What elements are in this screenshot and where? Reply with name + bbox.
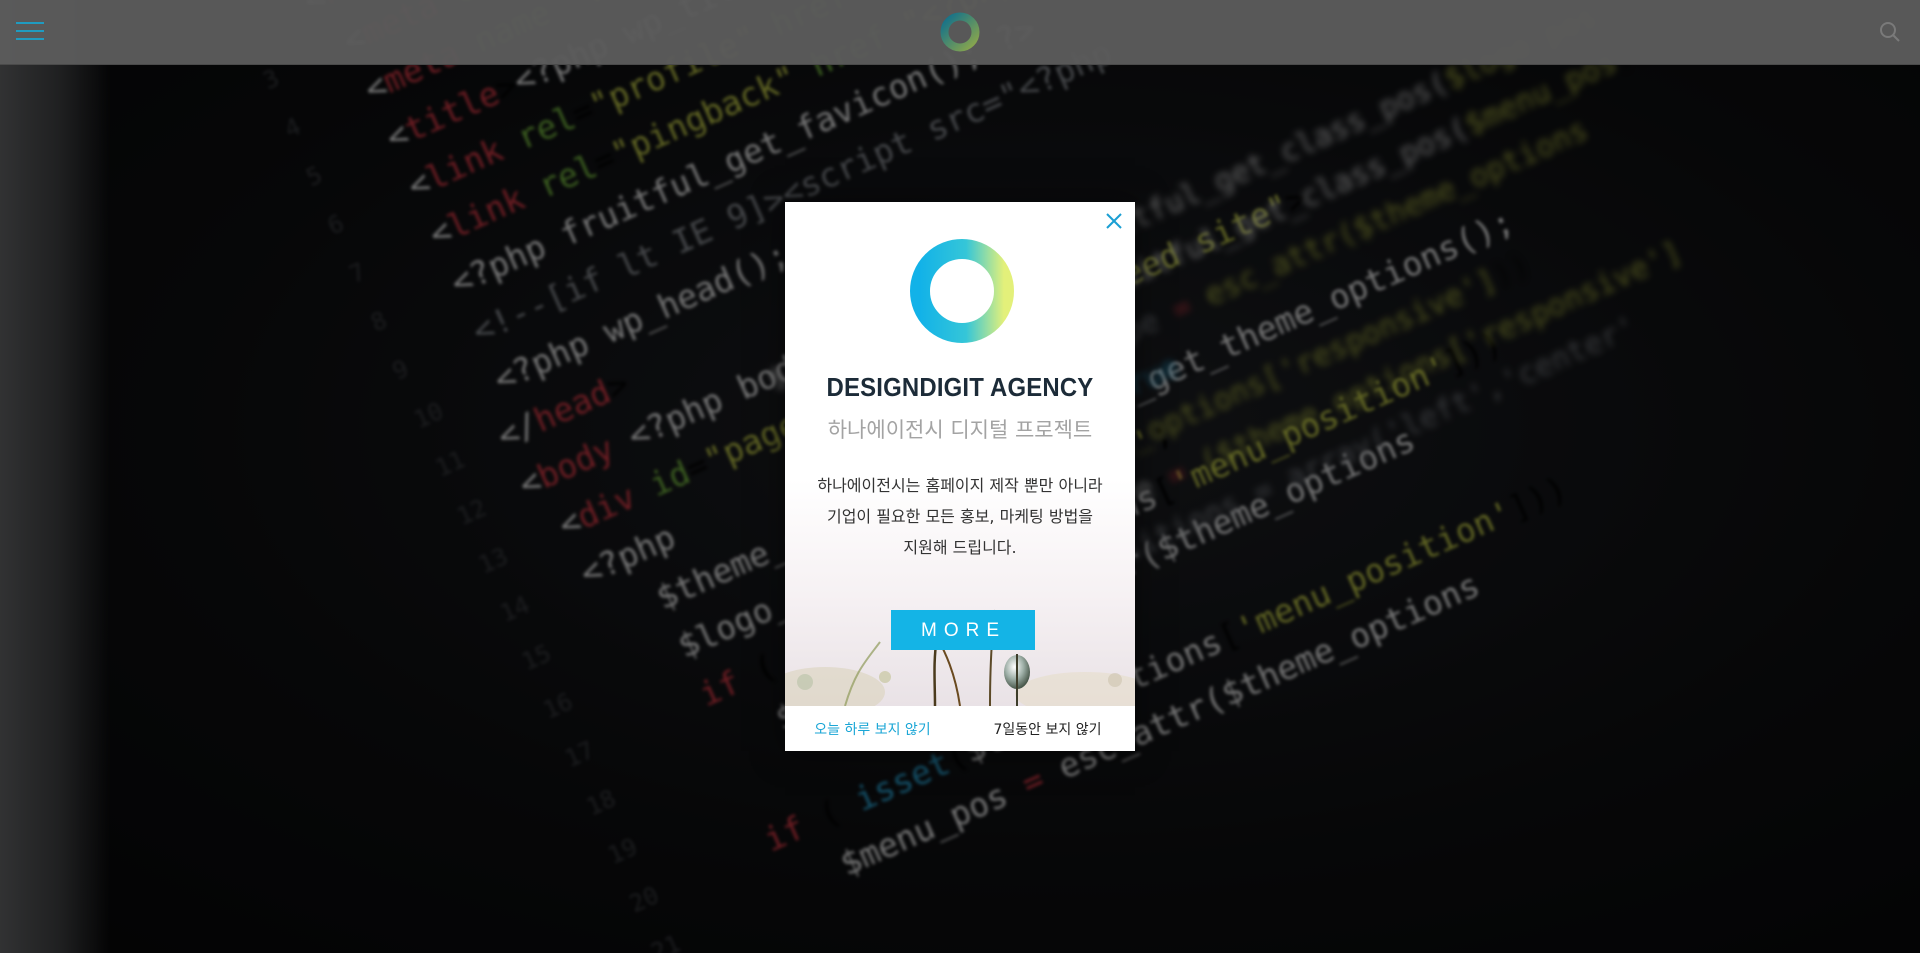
ring-logo-icon bbox=[910, 239, 1014, 343]
ring-logo-icon[interactable] bbox=[939, 11, 981, 53]
more-button[interactable]: MORE bbox=[891, 610, 1035, 650]
hamburger-icon[interactable] bbox=[16, 22, 44, 40]
popup-body: DESIGNDIGIT AGENCY 하나에이전시 디지털 프로젝트 하나에이전… bbox=[785, 202, 1135, 706]
description-line: 하나에이전시는 홈페이지 제작 뿐만 아니라 bbox=[817, 476, 1103, 495]
close-icon[interactable] bbox=[1104, 211, 1124, 231]
popup-footer: 오늘 하루 보지 않기 7일동안 보지 않기 bbox=[785, 706, 1135, 751]
promo-popup: DESIGNDIGIT AGENCY 하나에이전시 디지털 프로젝트 하나에이전… bbox=[785, 202, 1135, 751]
search-icon[interactable] bbox=[1878, 20, 1902, 44]
description-line: 지원해 드립니다. bbox=[903, 538, 1017, 557]
brand-subtitle: 하나에이전시 디지털 프로젝트 bbox=[827, 418, 1093, 442]
description-line: 기업이 필요한 모든 홍보, 마케팅 방법을 bbox=[826, 507, 1094, 526]
brand-title: DESIGNDIGIT AGENCY bbox=[826, 372, 1094, 402]
hide-week-link[interactable]: 7일동안 보지 않기 bbox=[960, 719, 1135, 739]
popup-description: 하나에이전시는 홈페이지 제작 뿐만 아니라 기업이 필요한 모든 홍보, 마케… bbox=[805, 470, 1115, 563]
site-header bbox=[0, 0, 1920, 65]
hide-today-link[interactable]: 오늘 하루 보지 않기 bbox=[785, 719, 960, 739]
